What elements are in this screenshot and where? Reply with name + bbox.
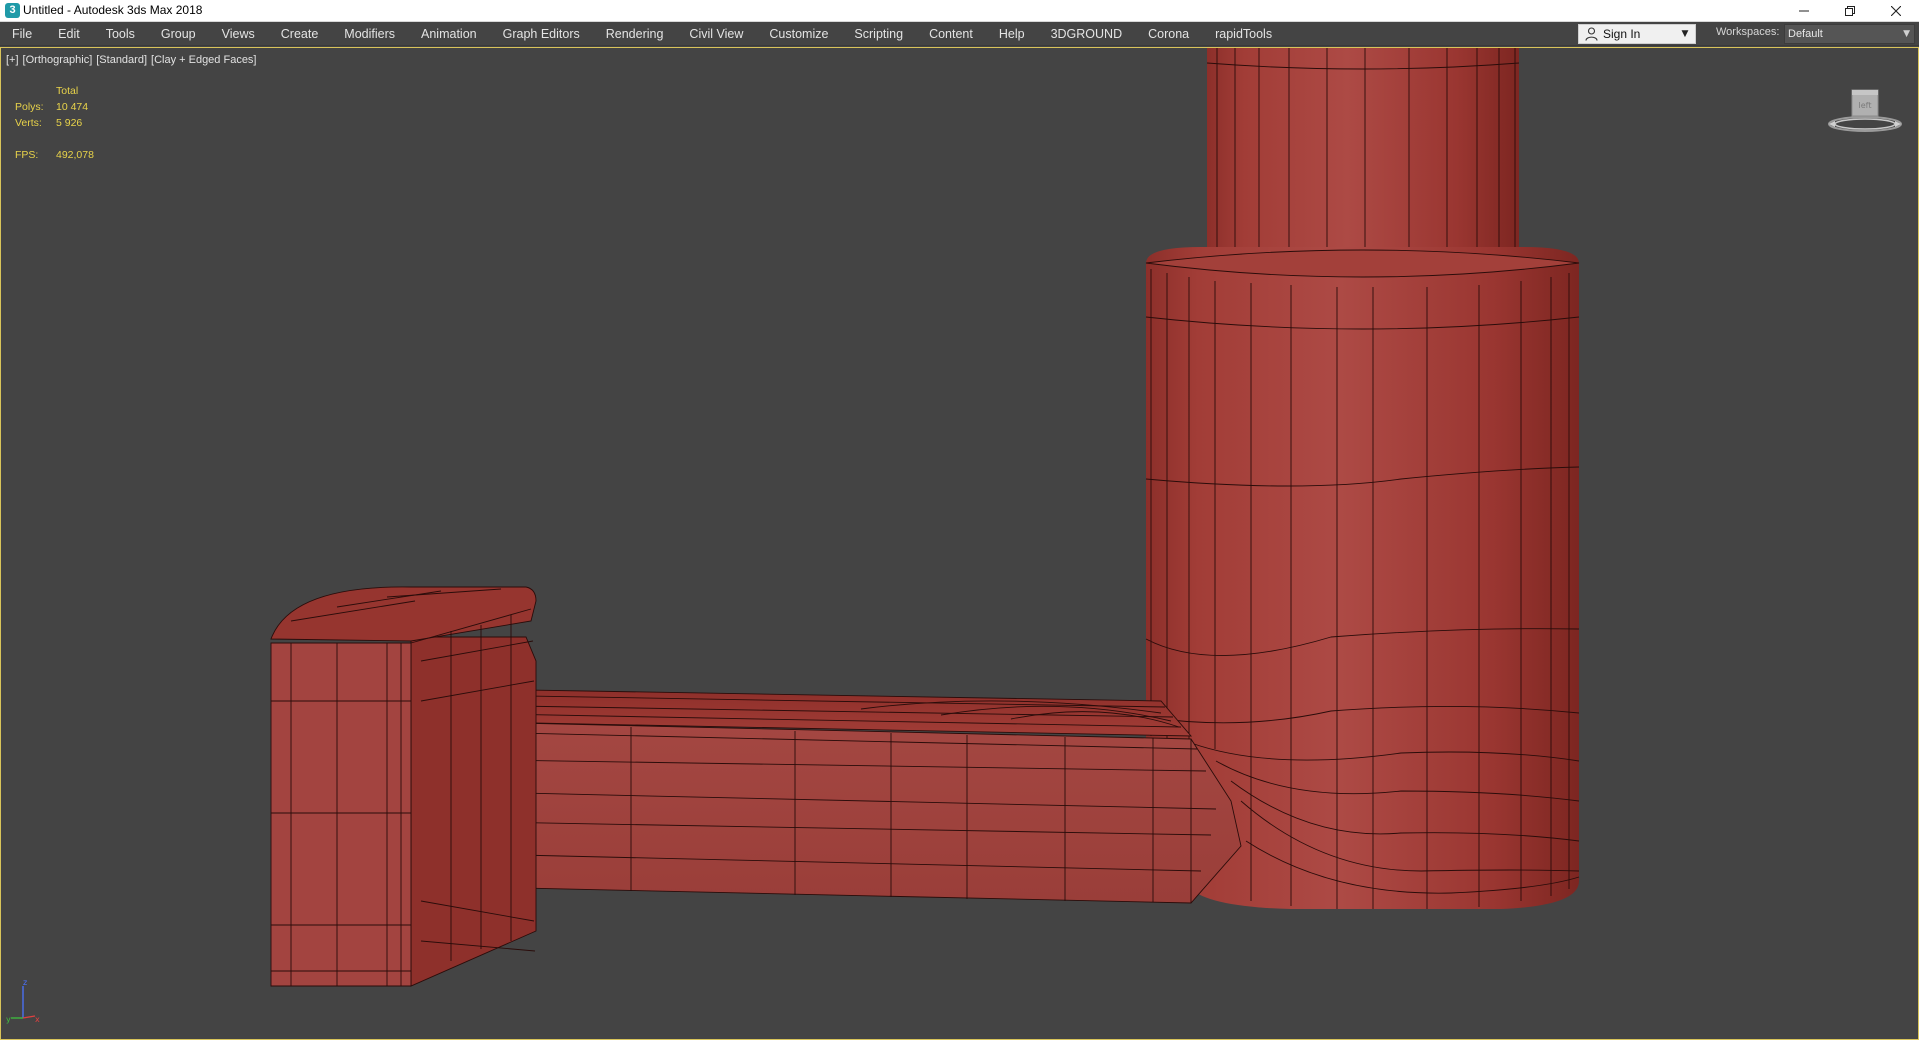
menu-animation[interactable]: Animation xyxy=(408,22,490,46)
menu-edit[interactable]: Edit xyxy=(45,22,93,46)
restore-button[interactable] xyxy=(1827,0,1873,22)
main-menu: File Edit Tools Group Views Create Modifiers An… xyxy=(0,22,1285,46)
workspaces-value: Default xyxy=(1788,28,1823,40)
menu-scripting[interactable]: Scripting xyxy=(841,22,916,46)
workspaces-label: Workspaces: xyxy=(1716,26,1780,38)
viewcube-face-label: left xyxy=(1859,101,1872,110)
user-icon xyxy=(1583,26,1599,42)
viewcube[interactable]: left xyxy=(1825,86,1905,136)
sign-in-button[interactable]: Sign In ▼ xyxy=(1578,24,1696,44)
menu-3dground[interactable]: 3DGROUND xyxy=(1038,22,1136,46)
horizontal-bar xyxy=(430,688,1242,904)
axis-tripod: z y x xyxy=(6,978,40,1024)
menu-content[interactable]: Content xyxy=(916,22,986,46)
window-title: Untitled - Autodesk 3ds Max 2018 xyxy=(23,3,203,17)
upper-cylinder xyxy=(1206,48,1520,277)
close-button[interactable] xyxy=(1873,0,1919,22)
menu-rendering[interactable]: Rendering xyxy=(593,22,677,46)
menu-create[interactable]: Create xyxy=(268,22,332,46)
menu-bar: File Edit Tools Group Views Create Modifiers An… xyxy=(0,22,1919,46)
z-axis-label: z xyxy=(23,978,27,987)
app-window: 3 Untitled - Autodesk 3ds Max 2018 File E… xyxy=(0,0,1919,1040)
perspective-viewport[interactable]: [+] [Orthographic] [Standard] [Clay + Ed… xyxy=(0,47,1919,1040)
menu-group[interactable]: Group xyxy=(148,22,209,46)
menu-views[interactable]: Views xyxy=(209,22,268,46)
minimize-icon xyxy=(1799,10,1809,12)
menu-graph-editors[interactable]: Graph Editors xyxy=(490,22,593,46)
restore-icon xyxy=(1845,6,1855,16)
3ds-max-logo-icon: 3 xyxy=(5,3,20,18)
menu-rapidtools[interactable]: rapidTools xyxy=(1202,22,1285,46)
menu-help[interactable]: Help xyxy=(986,22,1038,46)
menu-tools[interactable]: Tools xyxy=(93,22,148,46)
sign-in-label: Sign In xyxy=(1603,27,1641,41)
close-icon xyxy=(1891,6,1901,16)
window-controls xyxy=(1781,0,1919,22)
menu-customize[interactable]: Customize xyxy=(756,22,841,46)
menu-corona[interactable]: Corona xyxy=(1135,22,1202,46)
title-bar: 3 Untitled - Autodesk 3ds Max 2018 xyxy=(0,0,1919,22)
x-axis-label: x xyxy=(35,1015,40,1024)
menu-modifiers[interactable]: Modifiers xyxy=(331,22,408,46)
minimize-button[interactable] xyxy=(1781,0,1827,22)
y-axis-label: y xyxy=(6,1015,11,1024)
end-block xyxy=(270,586,537,987)
scene-model[interactable] xyxy=(1,48,1918,1039)
workspaces-dropdown[interactable]: Default ▼ xyxy=(1784,24,1915,44)
menu-file[interactable]: File xyxy=(0,22,45,46)
chevron-down-icon[interactable]: ▼ xyxy=(1678,26,1692,42)
chevron-down-icon: ▼ xyxy=(1903,29,1910,39)
menu-civil-view[interactable]: Civil View xyxy=(676,22,756,46)
